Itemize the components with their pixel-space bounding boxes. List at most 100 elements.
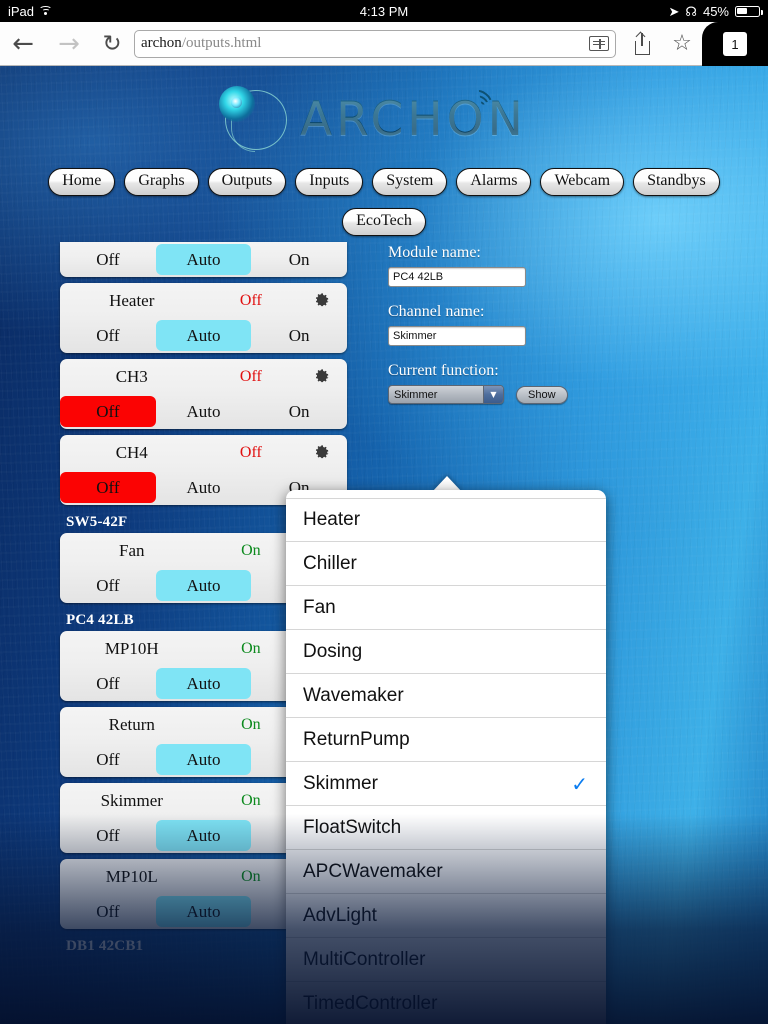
function-option-item[interactable]: ReturnPump: [286, 718, 606, 762]
mode-auto-button[interactable]: Auto: [155, 820, 252, 851]
current-function-value: Skimmer: [394, 388, 438, 401]
function-option-item[interactable]: TimedController: [286, 982, 606, 1024]
nav-item-inputs[interactable]: Inputs: [295, 168, 364, 196]
site-logo: ARCHON: [0, 80, 768, 156]
reader-view-icon[interactable]: [589, 36, 609, 51]
function-option-item[interactable]: Chiller: [286, 542, 606, 586]
mode-off-button[interactable]: Off: [60, 668, 156, 699]
channel-name-label: CH4: [115, 442, 148, 462]
channel-card: CH3 Off Off Auto On: [60, 359, 347, 429]
function-option-item[interactable]: MultiController: [286, 938, 606, 982]
channel-mode-toggle: OffAutoOn: [60, 242, 347, 277]
channel-settings-button[interactable]: [298, 368, 347, 385]
mode-auto-button[interactable]: Auto: [155, 896, 252, 927]
current-function-select[interactable]: Skimmer ▼: [388, 385, 504, 404]
channel-name-label: MP10L: [105, 866, 158, 886]
channel-settings-button[interactable]: [298, 444, 347, 461]
mode-on-button[interactable]: On: [251, 244, 347, 275]
function-option-label: MultiController: [303, 948, 426, 970]
channel-status-label: Off: [239, 291, 262, 309]
mode-auto-button[interactable]: Auto: [155, 744, 252, 775]
nav-item-outputs[interactable]: Outputs: [207, 168, 287, 196]
function-option-item[interactable]: FloatSwitch: [286, 806, 606, 850]
mode-off-button[interactable]: Off: [60, 472, 156, 503]
gear-icon: [314, 368, 331, 385]
mode-off-button[interactable]: Off: [60, 570, 156, 601]
gear-icon: [314, 444, 331, 461]
main-navigation: Home Graphs Outputs Inputs System Alarms…: [0, 168, 768, 196]
channel-settings-button[interactable]: [298, 292, 347, 309]
function-option-item[interactable]: Heater: [286, 498, 606, 542]
mode-off-button[interactable]: Off: [60, 396, 156, 427]
channel-name-label: Channel name:: [388, 303, 485, 320]
address-bar[interactable]: archon /outputs.html: [134, 29, 616, 58]
mode-auto-button[interactable]: Auto: [155, 320, 252, 351]
function-option-item[interactable]: Wavemaker: [286, 674, 606, 718]
module-name-input[interactable]: PC4 42LB: [388, 267, 526, 287]
forward-arrow-icon[interactable]: →: [46, 31, 92, 57]
nav-item-ecotech[interactable]: EcoTech: [342, 208, 426, 236]
mode-auto-button[interactable]: Auto: [155, 570, 252, 601]
channel-name-label: Fan: [119, 540, 145, 560]
channel-status-label: On: [241, 639, 261, 657]
chevron-down-icon[interactable]: ▼: [483, 386, 503, 403]
url-path: /outputs.html: [181, 35, 262, 51]
function-option-label: Chiller: [303, 552, 357, 574]
bluetooth-icon: ☊: [685, 3, 697, 19]
tab-count-button[interactable]: 1: [702, 22, 768, 66]
channel-status-label: Off: [239, 367, 262, 385]
function-options-popover: Heater Chiller Fan Dosing Wavemaker ReturnPum…: [286, 490, 606, 1024]
share-icon[interactable]: [622, 29, 662, 59]
mode-auto-button[interactable]: Auto: [155, 668, 252, 699]
battery-percent-label: 45%: [702, 3, 729, 19]
nav-item-alarms[interactable]: Alarms: [456, 168, 532, 196]
channel-name-input[interactable]: Skimmer: [388, 326, 526, 346]
mode-off-button[interactable]: Off: [60, 820, 156, 851]
function-option-label: Dosing: [303, 640, 363, 662]
channel-status-label: Off: [239, 443, 262, 461]
current-function-row: Skimmer ▼ Show: [388, 385, 688, 404]
status-bar-right: ➤ ☊ 45%: [669, 3, 763, 19]
nav-item-graphs[interactable]: Graphs: [124, 168, 199, 196]
function-option-item[interactable]: APCWavemaker: [286, 850, 606, 894]
function-option-item[interactable]: Dosing: [286, 630, 606, 674]
bookmark-star-icon[interactable]: ☆: [662, 31, 702, 56]
reload-icon[interactable]: ↻: [92, 31, 132, 57]
function-option-label: TimedController: [303, 992, 438, 1014]
web-page-content: ARCHON Home Graphs Outputs Inputs System…: [0, 66, 768, 1024]
mode-off-button[interactable]: Off: [60, 320, 156, 351]
secondary-navigation: EcoTech: [0, 208, 768, 236]
nav-item-standbys[interactable]: Standbys: [633, 168, 720, 196]
function-options-list: Heater Chiller Fan Dosing Wavemaker ReturnPum…: [286, 498, 606, 1024]
show-button[interactable]: Show: [516, 385, 568, 404]
channel-settings-form: Module name: PC4 42LB Channel name: Skim…: [388, 244, 688, 404]
channel-status-label: On: [241, 715, 261, 733]
mode-auto-button[interactable]: Auto: [156, 472, 252, 503]
mode-on-button[interactable]: On: [251, 320, 347, 351]
mode-on-button[interactable]: On: [251, 396, 347, 427]
mode-auto-button[interactable]: Auto: [156, 396, 252, 427]
back-arrow-icon[interactable]: ←: [0, 31, 46, 57]
function-option-label: Fan: [303, 596, 336, 618]
channel-header-row: CH3 Off: [60, 359, 347, 394]
mode-off-button[interactable]: Off: [60, 896, 156, 927]
channel-mode-toggle: OffAutoOn: [60, 318, 347, 353]
mode-off-button[interactable]: Off: [60, 744, 156, 775]
nav-item-system[interactable]: System: [372, 168, 448, 196]
channel-status-label: On: [241, 541, 261, 559]
channel-name-label: CH3: [115, 366, 148, 386]
tab-count-label: 1: [723, 32, 747, 56]
function-option-label: ReturnPump: [303, 728, 410, 750]
nav-item-home[interactable]: Home: [48, 168, 116, 196]
checkmark-icon: ✓: [571, 771, 588, 796]
function-option-item[interactable]: Fan: [286, 586, 606, 630]
channel-mode-toggle: OffAutoOn: [60, 394, 347, 429]
function-option-item[interactable]: Skimmer ✓: [286, 762, 606, 806]
channel-name-label: Skimmer: [100, 790, 163, 810]
mode-auto-button[interactable]: Auto: [155, 244, 252, 275]
function-option-label: AdvLight: [303, 904, 377, 926]
nav-item-webcam[interactable]: Webcam: [540, 168, 625, 196]
signal-waves-icon: [471, 87, 498, 118]
mode-off-button[interactable]: Off: [60, 244, 156, 275]
function-option-item[interactable]: AdvLight: [286, 894, 606, 938]
